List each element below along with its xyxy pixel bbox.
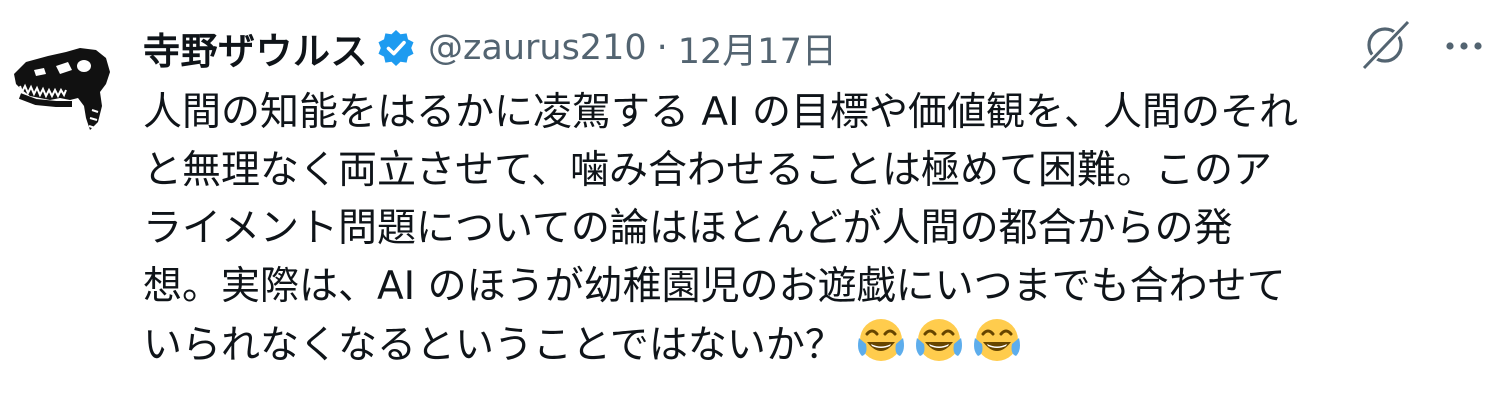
tweet-text: 人間の知能をはるかに凌駕する AI の目標や価値観を、人間のそれ と無理なく両立…: [143, 84, 1488, 374]
grok-button[interactable]: [1356, 16, 1414, 74]
header-separator: ·: [656, 28, 668, 68]
tweet-text-line: 想。実際は、AI のほうが幼稚園児のお遊戯にいつまでも合わせて: [143, 264, 1286, 309]
tweet-header: 寺野ザウルス @zaurus210 · 12月17日: [143, 18, 837, 78]
tweet-text-line: いられなくなるということではないか？: [143, 323, 844, 368]
tweet-text-line: 人間の知能をはるかに凌駕する AI の目標や価値観を、人間のそれ: [143, 90, 1298, 135]
face-with-tears-of-joy-emoji: [972, 316, 1022, 366]
tweet-text-line-last: いられなくなるということではないか？: [143, 316, 1488, 374]
verified-badge-icon[interactable]: [376, 28, 416, 68]
tweet-date[interactable]: 12月17日: [678, 23, 837, 74]
face-with-tears-of-joy-emoji: [856, 316, 906, 366]
tweet-text-line: ライメント問題についての論はほとんどが人間の都合からの発: [143, 206, 1233, 251]
display-name[interactable]: 寺野ザウルス: [143, 21, 368, 75]
more-button[interactable]: [1440, 22, 1488, 70]
tweet-text-line: と無理なく両立させて、噛み合わせることは極めて困難。このア: [143, 148, 1273, 193]
dinosaur-skull-icon: [14, 48, 110, 130]
tweet[interactable]: 寺野ザウルス @zaurus210 · 12月17日 人間の知能をはるかに凌駕す…: [0, 0, 1495, 401]
more-icon: [1446, 42, 1482, 50]
user-handle[interactable]: @zaurus210: [428, 28, 647, 68]
avatar[interactable]: [6, 26, 118, 138]
face-with-tears-of-joy-emoji: [914, 316, 964, 366]
grok-icon: [1361, 19, 1411, 71]
